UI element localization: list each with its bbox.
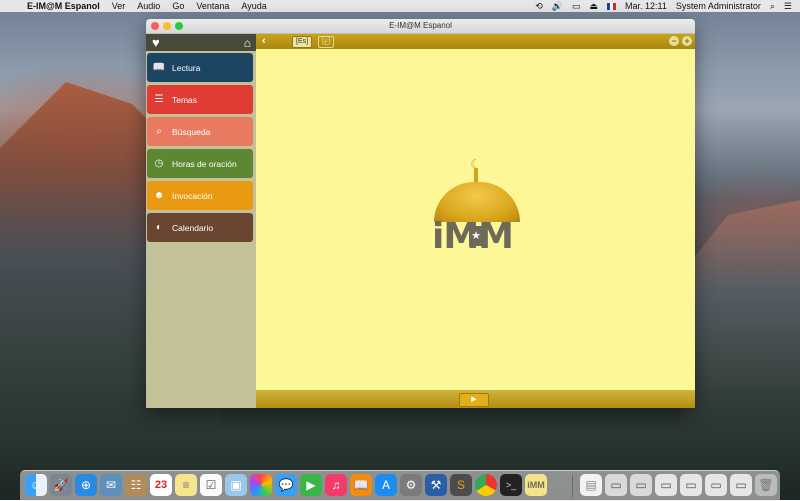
menubar-status-area: ⟲ 🔊 ▭ ⏏ Mar. 12:11 System Administrator … — [535, 0, 792, 12]
play-button[interactable]: ▶ — [459, 393, 489, 407]
content-bottom-bar: ▶ — [256, 390, 695, 408]
eject-icon[interactable]: ⏏ — [589, 1, 598, 11]
zoom-button[interactable] — [175, 22, 183, 30]
menubar-user[interactable]: System Administrator — [676, 1, 761, 11]
trash-icon[interactable]: 🗑 — [755, 474, 777, 496]
minimize-button[interactable] — [163, 22, 171, 30]
sidebar-item-label: Lectura — [172, 62, 201, 73]
menu-ventana[interactable]: Ventana — [196, 1, 229, 11]
sidebar-item-invocacion[interactable]: ☻ Invocación — [147, 181, 253, 210]
chrome-icon[interactable] — [475, 474, 497, 496]
clock-icon: ◷ — [154, 158, 164, 169]
list-icon: ☰ — [154, 94, 164, 105]
menu-ver[interactable]: Ver — [112, 1, 126, 11]
mail-icon[interactable]: ✉ — [100, 474, 122, 496]
xcode-icon[interactable]: ⚒ — [425, 474, 447, 496]
document-icon[interactable]: ▤ — [580, 474, 602, 496]
content-toolbar: ‹ [Es] [ع] − + — [256, 34, 695, 49]
volume-icon[interactable]: 🔊 — [552, 1, 563, 11]
notes-icon[interactable]: ≡ — [175, 474, 197, 496]
language-ar-button[interactable]: [ع] — [318, 36, 335, 48]
window-thumbnail-5[interactable]: ▭ — [705, 474, 727, 496]
zoom-out-icon[interactable]: − — [669, 36, 679, 46]
system-preferences-icon[interactable]: ⚙ — [400, 474, 422, 496]
time-machine-icon[interactable]: ⟲ — [535, 1, 543, 11]
window-controls — [151, 22, 183, 30]
heart-icon[interactable]: ♥ — [152, 35, 160, 50]
back-chevron-icon[interactable]: ‹ — [262, 34, 266, 49]
menu-ayuda[interactable]: Ayuda — [241, 1, 266, 11]
menubar: E-IM@M Espanol Ver Audio Go Ventana Ayud… — [0, 0, 800, 12]
window-thumbnail-2[interactable]: ▭ — [630, 474, 652, 496]
calendar-icon[interactable]: 23 — [150, 474, 172, 496]
facetime-icon[interactable]: ▶ — [300, 474, 322, 496]
sidebar-item-label: Calendario — [172, 222, 214, 233]
sidebar-item-label: Invocación — [172, 190, 213, 201]
display-icon[interactable]: ▭ — [572, 1, 581, 11]
language-es-button[interactable]: [Es] — [292, 36, 313, 48]
imam-app-icon[interactable]: iMM — [525, 474, 547, 496]
flag-fr-icon[interactable] — [606, 2, 616, 10]
messages-icon[interactable]: 💬 — [275, 474, 297, 496]
close-button[interactable] — [151, 22, 159, 30]
window-thumbnail-6[interactable]: ▭ — [730, 474, 752, 496]
finder-icon[interactable]: ☺ — [25, 474, 47, 496]
sidebar-item-label: Horas de oración — [172, 158, 237, 169]
search-icon: ⌕ — [156, 126, 162, 137]
sidebar-item-lectura[interactable]: 📖 Lectura — [147, 53, 253, 82]
reminders-icon[interactable]: ☑ — [200, 474, 222, 496]
imam-logo: ☾ iMM ★ — [410, 158, 540, 255]
ibooks-icon[interactable]: 📖 — [350, 474, 372, 496]
dock-separator — [572, 475, 573, 497]
sidebar-header: ♥ ⌂ — [146, 34, 256, 51]
app-store-icon[interactable]: A — [375, 474, 397, 496]
sidebar-item-label: Búsqueda — [172, 126, 211, 137]
photos-icon[interactable] — [250, 474, 272, 496]
terminal-icon[interactable]: >_ — [500, 474, 522, 496]
notification-center-icon[interactable]: ☰ — [784, 1, 792, 11]
home-icon[interactable]: ⌂ — [244, 36, 251, 50]
window-thumbnail-3[interactable]: ▭ — [655, 474, 677, 496]
menubar-clock[interactable]: Mar. 12:11 — [625, 1, 667, 11]
sidebar-item-busqueda[interactable]: ⌕ Búsqueda — [147, 117, 253, 146]
zoom-in-icon[interactable]: + — [682, 36, 692, 46]
itunes-icon[interactable]: ♫ — [325, 474, 347, 496]
window-thumbnail-1[interactable]: ▭ — [605, 474, 627, 496]
sidebar: ♥ ⌂ 📖 Lectura ☰ Temas ⌕ Búsqueda ◷ Horas… — [146, 34, 256, 408]
dock: ☺ 🚀 ⊕ ✉ ☷ 23 ≡ ☑ ▣ 💬 ▶ ♫ 📖 A ⚙ ⚒ S >_ iM… — [20, 470, 780, 501]
book-icon: 📖 — [152, 62, 166, 73]
pray-icon: ☻ — [153, 190, 165, 201]
window-thumbnail-4[interactable]: ▭ — [680, 474, 702, 496]
menu-app-name[interactable]: E-IM@M Espanol — [27, 1, 100, 11]
star-icon: ★ — [469, 226, 483, 246]
window-title: E-IM@M Espanol — [389, 21, 452, 30]
menu-audio[interactable]: Audio — [137, 1, 160, 11]
spotlight-icon[interactable]: ⌕ — [770, 1, 775, 11]
sidebar-item-label: Temas — [172, 94, 198, 105]
moon-phase-icon: ◐ — [155, 222, 163, 233]
content-pane: ‹ [Es] [ع] − + ☾ iMM ★ ▶ — [256, 34, 695, 408]
preview-icon[interactable]: ▣ — [225, 474, 247, 496]
menu-go[interactable]: Go — [172, 1, 184, 11]
launchpad-icon[interactable]: 🚀 — [50, 474, 72, 496]
window-titlebar[interactable]: E-IM@M Espanol — [146, 19, 695, 34]
logo-spire — [474, 168, 478, 183]
sidebar-item-horas-de-oracion[interactable]: ◷ Horas de oración — [147, 149, 253, 178]
sublime-text-icon[interactable]: S — [450, 474, 472, 496]
sidebar-item-temas[interactable]: ☰ Temas — [147, 85, 253, 114]
app-window: E-IM@M Espanol ♥ ⌂ 📖 Lectura ☰ Temas ⌕ B… — [146, 19, 695, 408]
apple-menu-icon[interactable] — [9, 1, 19, 11]
safari-icon[interactable]: ⊕ — [75, 474, 97, 496]
sidebar-item-calendario[interactable]: ◐ Calendario — [147, 213, 253, 242]
contacts-icon[interactable]: ☷ — [125, 474, 147, 496]
